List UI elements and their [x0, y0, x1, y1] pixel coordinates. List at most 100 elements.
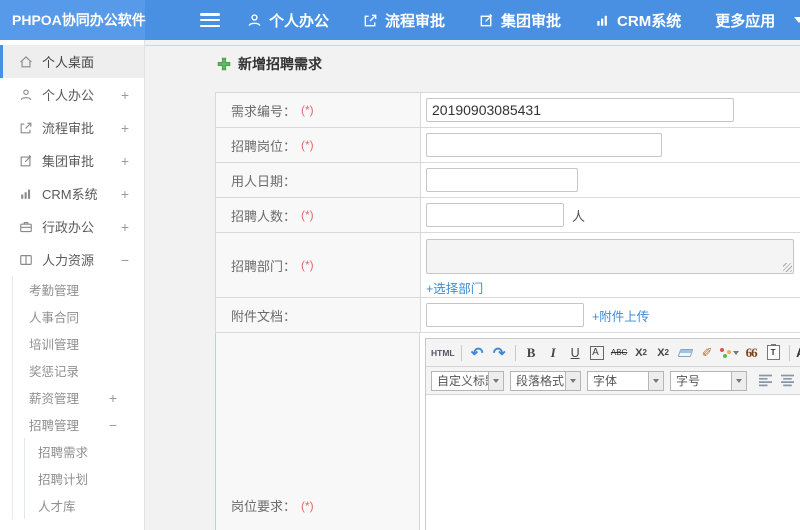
row-position: 招聘岗位： (*): [215, 128, 800, 163]
chart-icon: [21, 189, 31, 199]
required-mark: (*): [301, 498, 314, 513]
sidebar-item-desktop[interactable]: 个人桌面: [0, 45, 144, 78]
editor-toolbar-top: HTML ↶ ↷ B I U A ABC X2 X2 ✐ 66 T: [426, 339, 800, 367]
paragraph-format-select[interactable]: 段落格式: [510, 370, 581, 391]
field-label: 招聘人数：: [231, 208, 297, 224]
editor-toolbar-bottom: 自定义标题 段落格式 字体: [426, 367, 800, 395]
font-family-select[interactable]: 字体: [587, 370, 664, 391]
paste-button[interactable]: T: [764, 342, 783, 363]
nav-group-approval[interactable]: 集团审批: [479, 10, 561, 31]
sidebar-item-contract[interactable]: 人事合同: [13, 303, 144, 330]
nav-crm[interactable]: CRM系统: [595, 10, 681, 31]
process-icon: [20, 122, 32, 133]
sidebar-item-crm[interactable]: CRM系统 +: [0, 177, 144, 210]
chart-icon: [597, 15, 607, 26]
italic-button[interactable]: I: [544, 342, 563, 363]
chevron-down-icon: [570, 378, 576, 383]
recruitment-submenu: 招聘需求 招聘计划 人才库: [24, 438, 144, 519]
paste-icon: T: [766, 344, 780, 360]
required-mark: (*): [301, 208, 314, 222]
expand-plus-icon[interactable]: +: [121, 120, 129, 136]
font-color-button[interactable]: A: [796, 342, 800, 363]
demand-no-input[interactable]: [426, 98, 734, 122]
row-department: 招聘部门： (*) +选择部门: [215, 233, 800, 298]
palette-icon: [719, 347, 731, 358]
expand-plus-icon[interactable]: +: [109, 390, 117, 406]
upload-attachment-link[interactable]: +附件上传: [592, 306, 649, 325]
field-label: 用人日期：: [231, 173, 297, 189]
select-department-link[interactable]: +选择部门: [426, 278, 483, 297]
hr-submenu: 考勤管理 人事合同 培训管理 奖惩记录 薪资管理 + 招聘管理 − 招聘需求 招…: [12, 276, 144, 519]
align-center-button[interactable]: [780, 374, 795, 387]
sidebar-item-attendance[interactable]: 考勤管理: [13, 276, 144, 303]
nav-more-apps[interactable]: 更多应用: [715, 10, 800, 31]
format-brush-button[interactable]: ✐: [698, 342, 717, 363]
attachment-input[interactable]: [426, 303, 584, 327]
field-label: 需求编号：: [231, 103, 297, 119]
sidebar-item-recruitment[interactable]: 招聘管理 −: [13, 411, 144, 438]
strikethrough-button[interactable]: ABC: [610, 342, 629, 363]
sidebar-item-hr[interactable]: 人力资源 −: [0, 243, 144, 276]
sidebar-item-recruit-plan[interactable]: 招聘计划: [25, 465, 144, 492]
app-logo: PHPOA协同办公软件: [0, 0, 146, 40]
html-source-button[interactable]: HTML: [431, 342, 455, 363]
underline-button[interactable]: U: [566, 342, 585, 363]
expand-plus-icon[interactable]: +: [121, 219, 129, 235]
chevron-down-icon: [732, 350, 739, 355]
nav-personal-office[interactable]: 个人办公: [247, 10, 329, 31]
chevron-down-icon: [493, 378, 499, 383]
field-label: 岗位要求：: [231, 499, 297, 514]
custom-title-select[interactable]: 自定义标题: [431, 370, 504, 391]
briefcase-icon: [20, 221, 32, 232]
sidebar-item-recruit-demand[interactable]: 招聘需求: [25, 438, 144, 465]
sidebar-item-admin-office[interactable]: 行政办公 +: [0, 210, 144, 243]
top-navigation: 个人办公 流程审批 集团审批 CRM系统 更多应用: [247, 0, 800, 40]
sidebar-item-talent-pool[interactable]: 人才库: [25, 492, 144, 519]
blockquote-button[interactable]: 66: [742, 342, 761, 363]
chevron-down-icon[interactable]: [794, 17, 800, 23]
field-label: 招聘部门：: [231, 258, 297, 274]
sidebar: 个人桌面 个人办公 + 流程审批 + 集团审批 + CRM系统 + 行政办公 +: [0, 40, 145, 530]
department-textarea[interactable]: [426, 239, 794, 274]
collapse-minus-icon[interactable]: −: [121, 252, 129, 268]
user-icon: [248, 13, 261, 26]
expand-plus-icon[interactable]: +: [121, 87, 129, 103]
align-left-button[interactable]: [758, 374, 773, 387]
home-icon: [20, 55, 32, 67]
expand-plus-icon[interactable]: +: [121, 186, 129, 202]
editor-content[interactable]: [426, 395, 800, 530]
chevron-down-icon: [736, 378, 742, 383]
edit-icon: [20, 154, 32, 166]
top-bar: PHPOA协同办公软件 个人办公 流程审批 集团审批 CRM系统 更多应用: [0, 0, 800, 40]
sidebar-item-workflow-approval[interactable]: 流程审批 +: [0, 111, 144, 144]
undo-button[interactable]: ↶: [468, 342, 487, 363]
required-mark: (*): [301, 258, 314, 272]
color-palette-button[interactable]: [719, 342, 739, 363]
eraser-button[interactable]: [676, 342, 695, 363]
required-mark: (*): [301, 138, 314, 152]
superscript-button[interactable]: X2: [632, 342, 651, 363]
position-input[interactable]: [426, 133, 662, 157]
bold-button[interactable]: B: [522, 342, 541, 363]
nav-workflow-approval[interactable]: 流程审批: [363, 10, 445, 31]
sidebar-item-training[interactable]: 培训管理: [13, 330, 144, 357]
sidebar-item-salary[interactable]: 薪资管理 +: [13, 384, 144, 411]
hire-date-input[interactable]: [426, 168, 578, 192]
recruit-demand-form: 需求编号： (*) 招聘岗位： (*) 用人: [215, 92, 800, 530]
main-content: 新增招聘需求 需求编号： (*) 招聘岗位： (*): [145, 40, 800, 530]
sidebar-item-group-approval[interactable]: 集团审批 +: [0, 144, 144, 177]
chevron-down-icon: [653, 378, 659, 383]
sidebar-item-personal-office[interactable]: 个人办公 +: [0, 78, 144, 111]
process-icon: [364, 14, 377, 26]
font-size-select[interactable]: 字号: [670, 370, 747, 391]
menu-toggle-icon[interactable]: [200, 13, 220, 27]
eraser-icon: [677, 348, 693, 357]
headcount-input[interactable]: [426, 203, 564, 227]
headcount-unit: 人: [572, 208, 586, 224]
subscript-button[interactable]: X2: [654, 342, 673, 363]
collapse-minus-icon[interactable]: −: [109, 417, 117, 433]
redo-button[interactable]: ↷: [490, 342, 509, 363]
expand-plus-icon[interactable]: +: [121, 153, 129, 169]
boxed-text-button[interactable]: A: [588, 342, 607, 363]
sidebar-item-reward[interactable]: 奖惩记录: [13, 357, 144, 384]
